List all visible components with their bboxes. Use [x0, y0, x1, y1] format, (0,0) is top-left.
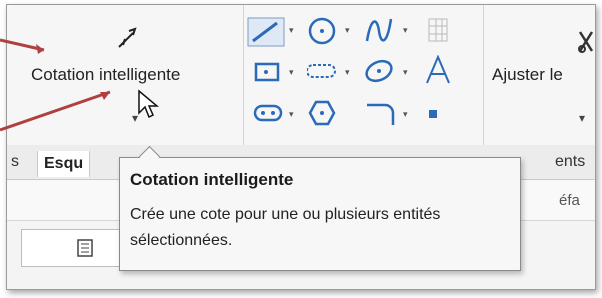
annotation-arrows	[0, 38, 111, 132]
